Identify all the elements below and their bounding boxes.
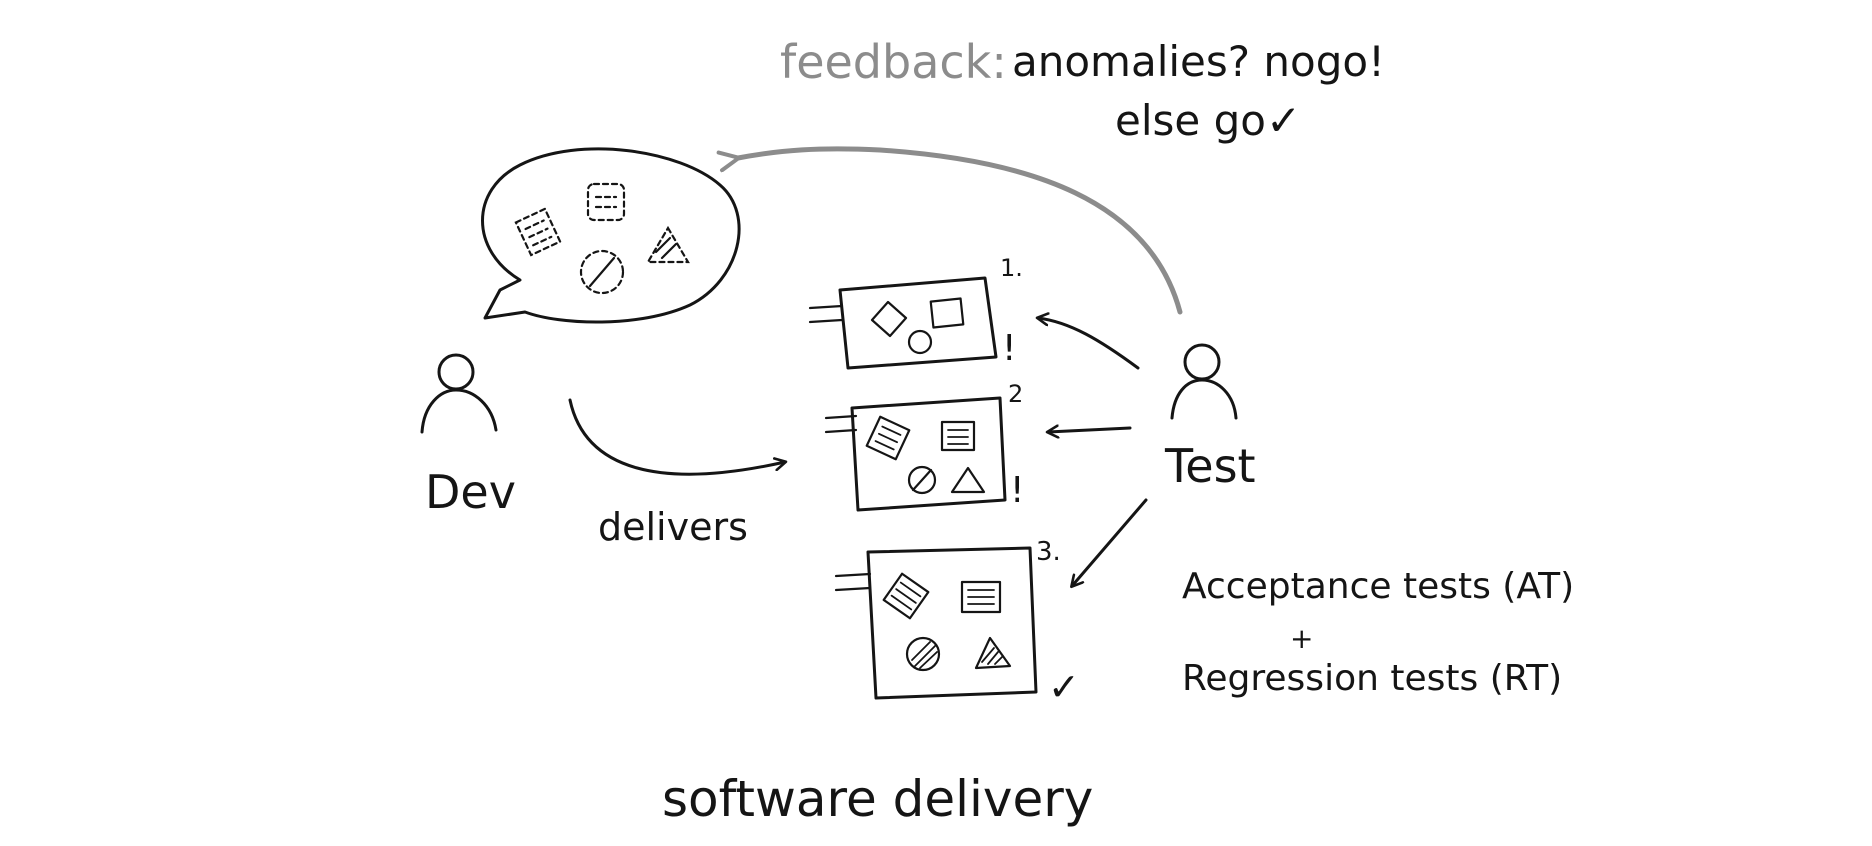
acceptance-tests-label: Acceptance tests (AT) — [1182, 566, 1574, 607]
delivers-arrow — [568, 398, 785, 476]
test-to-delivery-2-arrow — [1048, 428, 1132, 432]
delivery-1-number: 1. — [1000, 254, 1023, 282]
dev-label: Dev — [425, 465, 516, 519]
hatched-circle-shape — [905, 636, 941, 672]
feedback-arrow — [716, 146, 1183, 315]
delivery-1: 1. ! — [808, 254, 1023, 370]
feedback-label: feedback: — [780, 35, 1007, 89]
diamond-shape — [870, 300, 908, 338]
hatched-document-shape — [882, 572, 930, 620]
test-label: Test — [1164, 439, 1256, 493]
dashed-document-icon — [514, 207, 562, 257]
delivery-3-number: 3. — [1036, 537, 1061, 567]
plus-sign: + — [1290, 622, 1313, 655]
dashed-circle-icon — [579, 249, 625, 295]
hatched-list-shape — [960, 580, 1002, 614]
hatched-triangle-shape — [974, 636, 1012, 670]
delivery-2-status: ! — [1010, 470, 1024, 511]
delivery-3: 3. ✓ — [834, 537, 1080, 709]
feedback-line-1: anomalies? nogo! — [1012, 37, 1385, 86]
regression-tests-label: Regression tests (RT) — [1182, 658, 1562, 699]
slashed-circle-shape — [907, 465, 937, 495]
test-to-delivery-3-arrow — [1072, 498, 1148, 586]
test-to-delivery-1-arrow — [1038, 318, 1140, 370]
delivery-2-number: 2 — [1008, 380, 1023, 408]
dashed-list-icon — [586, 182, 626, 222]
delivery-2: 2 ! — [824, 380, 1024, 512]
triangle-shape — [950, 466, 986, 494]
feedback-line-2: else go✓ — [1115, 96, 1301, 145]
delivery-3-status: ✓ — [1048, 665, 1080, 709]
ideas-bubble — [481, 147, 741, 324]
square-shape — [929, 297, 965, 329]
delivery-1-status: ! — [1002, 328, 1016, 369]
list-shape — [940, 420, 976, 452]
test-person-icon — [1170, 343, 1238, 420]
dev-person-icon — [420, 353, 498, 434]
dashed-triangle-icon — [646, 225, 690, 264]
filled-document-shape — [865, 415, 911, 461]
delivers-label: delivers — [598, 505, 748, 549]
software-delivery-sketch: feedback: anomalies? nogo! else go✓ Dev … — [420, 35, 1574, 828]
caption: software delivery — [662, 770, 1093, 828]
circle-shape — [907, 329, 933, 355]
